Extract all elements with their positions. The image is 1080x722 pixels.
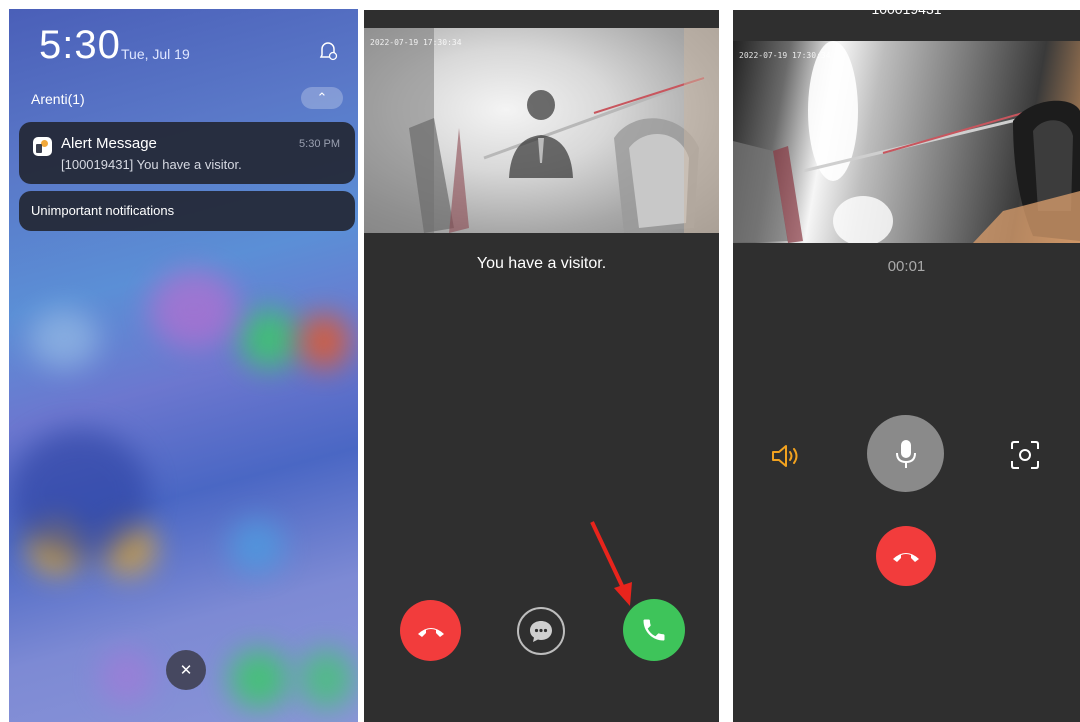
call-timer: 00:01 bbox=[887, 258, 926, 275]
blurred-wallpaper-shape bbox=[9, 429, 149, 559]
incoming-call-panel: 2022-07-19 17:30:34 You have a visitor. bbox=[364, 10, 719, 722]
visitor-message: You have a visitor. bbox=[476, 255, 607, 272]
decline-call-button[interactable] bbox=[400, 600, 461, 661]
notification-title: Alert Message bbox=[61, 135, 157, 152]
clock-time: 5:30 bbox=[39, 23, 121, 67]
video-scene bbox=[733, 41, 1080, 243]
active-call-panel: 100019431 2022-07-19 17:30:34 00:01 bbox=[733, 10, 1080, 722]
accept-call-icon bbox=[643, 619, 665, 641]
blurred-app-icon bbox=[29, 309, 99, 369]
microphone-button[interactable] bbox=[867, 415, 944, 492]
unimportant-notifications-card[interactable]: Unimportant notifications bbox=[19, 191, 355, 231]
blurred-app-icon bbox=[299, 314, 349, 369]
notification-body: [100019431] You have a visitor. bbox=[61, 157, 242, 172]
clear-notifications-button[interactable]: ✕ bbox=[166, 650, 206, 690]
hang-up-button[interactable] bbox=[876, 526, 936, 586]
lock-screen-panel: 5:30 Tue, Jul 19 Arenti(1) ⌃ Alert Messa… bbox=[9, 9, 358, 722]
camera-timestamp: 2022-07-19 17:30:34 bbox=[370, 38, 462, 47]
pointer-arrow-icon bbox=[590, 521, 632, 606]
blurred-app-icon bbox=[229, 649, 289, 709]
live-video-feed: 2022-07-19 17:30:34 bbox=[733, 41, 1080, 243]
camera-preview: 2022-07-19 17:30:34 bbox=[364, 28, 719, 233]
collapse-group-button[interactable]: ⌃ bbox=[301, 87, 343, 109]
hang-up-icon bbox=[893, 553, 919, 562]
close-icon: ✕ bbox=[179, 662, 193, 679]
arenti-app-icon bbox=[33, 137, 52, 156]
device-id: 100019431 bbox=[733, 10, 1080, 17]
blurred-app-icon bbox=[229, 519, 284, 574]
notification-time: 5:30 PM bbox=[299, 138, 340, 150]
blurred-app-icon bbox=[239, 309, 299, 369]
clock-date: Tue, Jul 19 bbox=[121, 46, 190, 62]
chevron-up-icon: ⌃ bbox=[316, 90, 328, 105]
camera-timestamp: 2022-07-19 17:30:34 bbox=[739, 51, 831, 60]
quick-reply-button[interactable] bbox=[517, 607, 565, 655]
speaker-icon[interactable] bbox=[770, 443, 802, 469]
message-icon bbox=[530, 621, 552, 642]
blurred-app-icon bbox=[99, 649, 154, 704]
notification-settings-icon[interactable] bbox=[316, 39, 340, 63]
unimportant-notifications-label: Unimportant notifications bbox=[31, 203, 175, 218]
blurred-wallpaper-shape bbox=[149, 269, 239, 349]
blurred-app-icon bbox=[299, 649, 354, 709]
notification-group-label: Arenti(1) bbox=[31, 91, 85, 107]
alert-notification-card[interactable]: Alert Message 5:30 PM [100019431] You ha… bbox=[19, 122, 355, 184]
decline-call-icon bbox=[417, 627, 444, 637]
snapshot-icon[interactable] bbox=[1010, 440, 1040, 470]
microphone-icon bbox=[895, 439, 916, 468]
person-silhouette-icon bbox=[509, 90, 573, 178]
accept-call-button[interactable] bbox=[623, 599, 685, 661]
